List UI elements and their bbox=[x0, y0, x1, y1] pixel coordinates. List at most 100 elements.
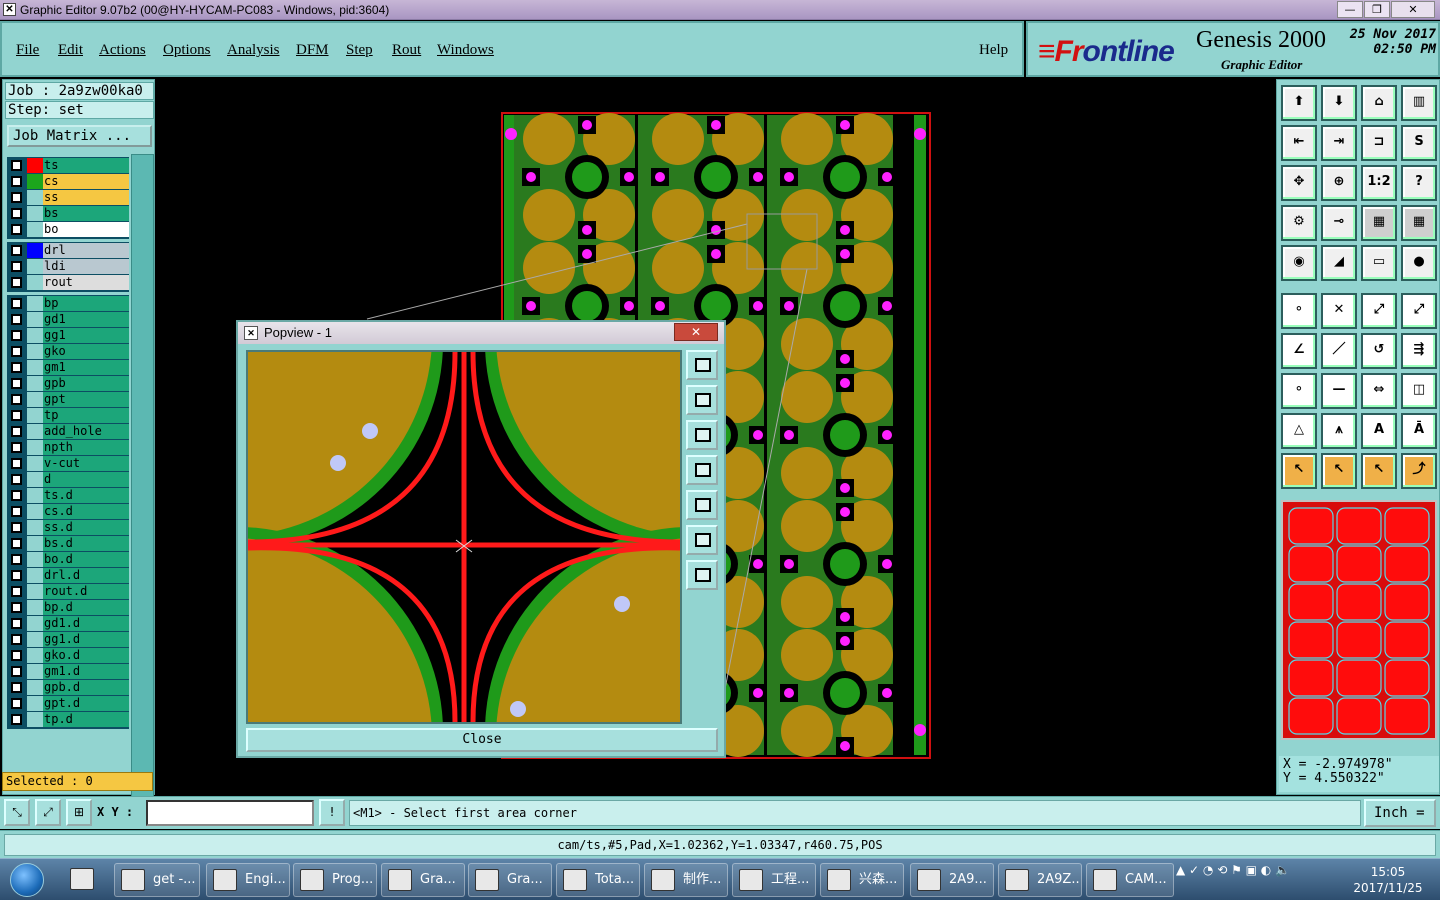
layer-row-gpb[interactable]: gpb bbox=[8, 376, 129, 392]
layer-checkbox[interactable] bbox=[11, 698, 22, 709]
layer-name[interactable]: bs.d bbox=[43, 536, 129, 551]
layer-name[interactable]: gpt.d bbox=[43, 696, 129, 711]
snap-icon[interactable]: ⤡ bbox=[4, 799, 30, 826]
menu-step[interactable]: Step bbox=[346, 42, 373, 59]
layer-checkbox[interactable] bbox=[11, 426, 22, 437]
panel-layers-2-icon[interactable]: ▦ bbox=[1401, 205, 1437, 241]
select-circle-icon[interactable]: ↖ bbox=[1361, 453, 1397, 489]
zoom-in-page-icon[interactable]: ⬇ bbox=[1321, 85, 1357, 121]
layer-row-ts[interactable]: ts bbox=[8, 158, 129, 174]
layer-name[interactable]: drl bbox=[43, 243, 129, 258]
menu-windows[interactable]: Windows bbox=[437, 42, 494, 59]
unit-selector[interactable]: Inch = bbox=[1364, 799, 1436, 827]
layer-name[interactable]: gd1.d bbox=[43, 616, 129, 631]
select-path-icon[interactable]: ⤴ bbox=[1401, 453, 1437, 489]
popview-close-x[interactable]: ✕ bbox=[674, 323, 718, 341]
popview-left-icon[interactable] bbox=[686, 455, 718, 485]
layer-name[interactable]: npth bbox=[43, 440, 129, 455]
triangle-up-icon[interactable]: ⩚ bbox=[1321, 413, 1357, 449]
layer-checkbox[interactable] bbox=[11, 394, 22, 405]
layer-row-gg1[interactable]: gg1 bbox=[8, 328, 129, 344]
layer-name[interactable]: bs bbox=[43, 206, 129, 221]
layer-row-bo[interactable]: bo bbox=[8, 222, 129, 238]
layer-row-gpb.d[interactable]: gpb.d bbox=[8, 680, 129, 696]
layer-name[interactable]: gko.d bbox=[43, 648, 129, 663]
popview-up-icon[interactable] bbox=[686, 385, 718, 415]
layer-name[interactable]: bo bbox=[43, 222, 129, 237]
layer-name[interactable]: gpb bbox=[43, 376, 129, 391]
layer-checkbox[interactable] bbox=[11, 176, 22, 187]
triangle-a-icon[interactable]: A bbox=[1361, 413, 1397, 449]
mirror-view-icon[interactable]: ⊐ bbox=[1361, 125, 1397, 161]
layer-name[interactable]: ss bbox=[43, 190, 129, 205]
layer-row-v-cut[interactable]: v-cut bbox=[8, 456, 129, 472]
curve-icon[interactable]: S bbox=[1401, 125, 1437, 161]
layer-checkbox[interactable] bbox=[11, 330, 22, 341]
layer-row-gd1.d[interactable]: gd1.d bbox=[8, 616, 129, 632]
layer-row-gko[interactable]: gko bbox=[8, 344, 129, 360]
taskbar-item[interactable]: CAM... bbox=[1086, 863, 1174, 897]
layer-checkbox[interactable] bbox=[11, 634, 22, 645]
layer-checkbox[interactable] bbox=[11, 261, 22, 272]
popview-fit-icon[interactable] bbox=[686, 525, 718, 555]
calculator-pin-icon[interactable] bbox=[64, 863, 104, 897]
layer-row-ss[interactable]: ss bbox=[8, 190, 129, 206]
circle-icon[interactable]: ● bbox=[1401, 245, 1437, 281]
layer-row-gd1[interactable]: gd1 bbox=[8, 312, 129, 328]
layer-name[interactable]: cs bbox=[43, 174, 129, 189]
panel-layers-icon[interactable]: ▦ bbox=[1361, 205, 1397, 241]
layer-checkbox[interactable] bbox=[11, 378, 22, 389]
layer-checkbox[interactable] bbox=[11, 298, 22, 309]
popview-down-icon[interactable] bbox=[686, 420, 718, 450]
layer-checkbox[interactable] bbox=[11, 650, 22, 661]
layer-checkbox[interactable] bbox=[11, 458, 22, 469]
menu-help[interactable]: Help bbox=[979, 42, 1008, 59]
layer-name[interactable]: gg1.d bbox=[43, 632, 129, 647]
layer-name[interactable]: ldi bbox=[43, 259, 129, 274]
measure-icon[interactable]: ▭ bbox=[1361, 245, 1397, 281]
angle-icon[interactable]: ∠ bbox=[1281, 333, 1317, 369]
select-icon[interactable]: ↖ bbox=[1281, 453, 1317, 489]
layer-name[interactable]: add_hole bbox=[43, 424, 129, 439]
pan-left-icon[interactable]: ⇤ bbox=[1281, 125, 1317, 161]
taskbar-item[interactable]: Engi... bbox=[206, 863, 290, 897]
popview-right-icon[interactable] bbox=[686, 490, 718, 520]
center-icon[interactable]: ⊕ bbox=[1321, 165, 1357, 201]
menu-file[interactable]: File bbox=[16, 42, 39, 59]
layer-checkbox[interactable] bbox=[11, 314, 22, 325]
layer-props-icon[interactable]: ⚙ bbox=[1281, 205, 1317, 241]
taskbar-item[interactable]: 兴森... bbox=[820, 863, 904, 897]
system-tray[interactable]: ▲ ✓ ◔ ⟲ ⚑ ▣ ◐ 🔈 bbox=[1176, 863, 1290, 877]
taskbar-item[interactable]: Tota... bbox=[556, 863, 640, 897]
layer-checkbox[interactable] bbox=[11, 346, 22, 357]
layer-row-gm1.d[interactable]: gm1.d bbox=[8, 664, 129, 680]
layer-checkbox[interactable] bbox=[11, 224, 22, 235]
taskbar-item[interactable]: 工程... bbox=[732, 863, 816, 897]
menu-options[interactable]: Options bbox=[163, 42, 211, 59]
panel-thumbnail[interactable] bbox=[1281, 500, 1437, 740]
shapes-icon[interactable]: ◫ bbox=[1401, 373, 1437, 409]
taskbar-item[interactable]: Gra... bbox=[381, 863, 465, 897]
layer-name[interactable]: gko bbox=[43, 344, 129, 359]
point-line-2-icon[interactable]: ⤢ bbox=[1401, 293, 1437, 329]
slash-icon[interactable]: ／ bbox=[1321, 333, 1357, 369]
popview-image[interactable] bbox=[246, 350, 682, 724]
layer-row-drl[interactable]: drl bbox=[8, 243, 129, 259]
taskbar-item[interactable]: get -... bbox=[114, 863, 200, 897]
restore-button[interactable]: ❐ bbox=[1364, 1, 1390, 18]
resize-icon[interactable]: ⇔ bbox=[1361, 373, 1397, 409]
layer-checkbox[interactable] bbox=[11, 682, 22, 693]
layer-name[interactable]: gm1 bbox=[43, 360, 129, 375]
taskbar-item[interactable]: 制作... bbox=[644, 863, 728, 897]
layer-name[interactable]: tp.d bbox=[43, 712, 129, 727]
layer-row-ldi[interactable]: ldi bbox=[8, 259, 129, 275]
zoom-tree-icon[interactable]: ⌂ bbox=[1361, 85, 1397, 121]
snap-icon[interactable]: ◉ bbox=[1281, 245, 1317, 281]
layer-row-bp.d[interactable]: bp.d bbox=[8, 600, 129, 616]
layer-row-gpt[interactable]: gpt bbox=[8, 392, 129, 408]
popview-zoom-icon[interactable] bbox=[686, 350, 718, 380]
layer-name[interactable]: ss.d bbox=[43, 520, 129, 535]
start-button[interactable] bbox=[10, 863, 44, 897]
zoom-home-icon[interactable]: ⬆ bbox=[1281, 85, 1317, 121]
layer-name[interactable]: rout bbox=[43, 275, 129, 290]
